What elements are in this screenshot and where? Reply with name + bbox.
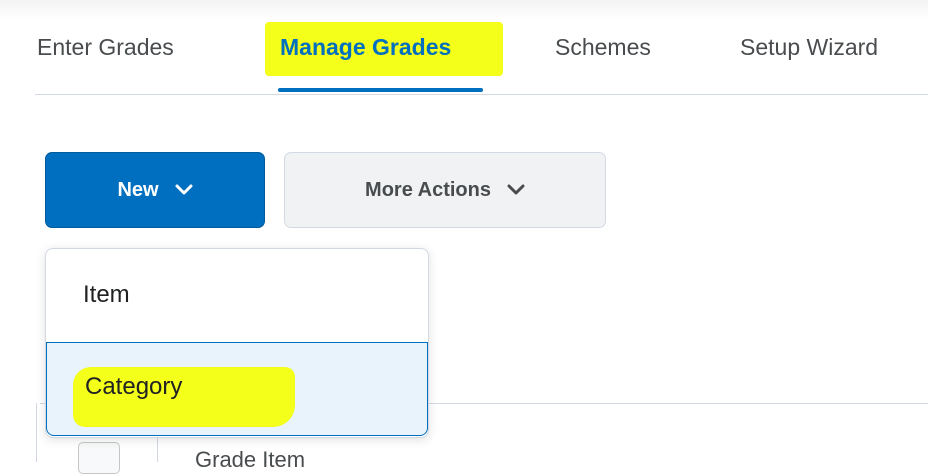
new-dropdown-menu: Item Category: [45, 248, 429, 438]
menu-item-item[interactable]: Item: [46, 249, 428, 341]
tab-manage-grades[interactable]: Manage Grades: [280, 34, 451, 61]
grade-item-column-header: Grade Item: [195, 447, 306, 472]
tab-bar: Enter Grades Manage Grades Schemes Setup…: [0, 14, 928, 96]
select-all-checkbox[interactable]: [78, 442, 120, 474]
menu-item-category[interactable]: Category: [46, 342, 428, 436]
tabs-divider: [35, 94, 928, 95]
new-button-label: New: [117, 178, 159, 201]
tab-schemes[interactable]: Schemes: [555, 34, 651, 61]
menu-item-label: Item: [83, 281, 130, 308]
menu-item-label: Category: [85, 373, 183, 400]
new-button[interactable]: New: [45, 152, 265, 228]
grid-left-border: [36, 403, 37, 462]
more-actions-button[interactable]: More Actions: [284, 152, 606, 228]
chevron-down-icon: [175, 184, 193, 195]
active-tab-indicator: [278, 88, 483, 92]
chevron-down-icon: [507, 184, 525, 195]
tab-setup-wizard[interactable]: Setup Wizard: [740, 34, 878, 61]
tab-enter-grades[interactable]: Enter Grades: [37, 34, 174, 61]
more-actions-label: More Actions: [365, 178, 491, 201]
